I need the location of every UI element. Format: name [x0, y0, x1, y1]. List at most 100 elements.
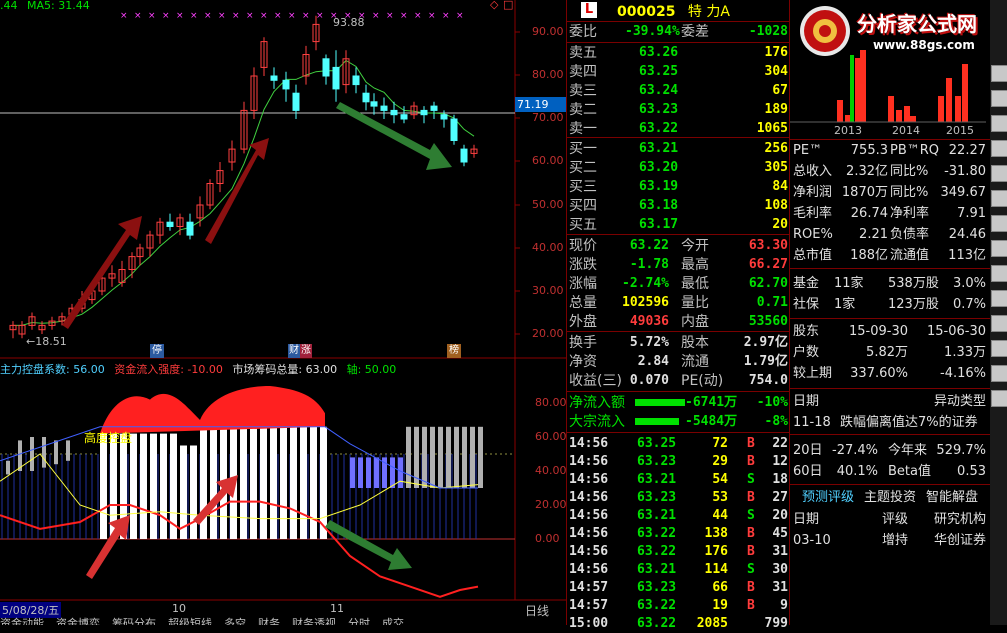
candle[interactable]: [450, 114, 458, 145]
holder-row: 户数 5.82万 1.33万: [790, 343, 1007, 363]
candle[interactable]: [370, 93, 378, 115]
tick-count: 9: [780, 598, 788, 613]
stats-value: 102596: [622, 295, 669, 310]
settings-icon[interactable]: □: [503, 0, 513, 11]
candle[interactable]: [380, 97, 388, 120]
candle[interactable]: [206, 179, 214, 210]
zoom-icon[interactable]: [991, 365, 1007, 382]
info-tab-0[interactable]: 预测评级: [802, 488, 854, 508]
candle[interactable]: [18, 321, 26, 339]
fin-row: PE™ 755.3 PB™RQ 22.27: [790, 141, 1007, 161]
candle[interactable]: [282, 71, 290, 102]
candle[interactable]: [118, 260, 126, 287]
info-tab-2[interactable]: 智能解盘: [926, 488, 978, 508]
candle[interactable]: [270, 67, 278, 89]
ind-white-bar: [140, 433, 147, 539]
candle[interactable]: [420, 106, 428, 124]
fin-label: PB™RQ: [890, 143, 940, 158]
ind-right-bar: [366, 457, 371, 488]
candle[interactable]: [352, 67, 360, 94]
box-icon[interactable]: [991, 390, 1007, 407]
candle[interactable]: [322, 54, 330, 85]
rsi-icon[interactable]: [991, 115, 1007, 132]
candle[interactable]: [430, 101, 438, 119]
stats-value: 66.27: [748, 257, 788, 272]
stats2-label: 股本: [681, 335, 709, 351]
asks-volume: 189: [764, 102, 788, 117]
anomaly-date: 11-18: [793, 415, 831, 430]
fiz-icon[interactable]: [991, 215, 1007, 232]
candle[interactable]: [470, 144, 478, 158]
tick-count: 18: [772, 472, 788, 487]
anomaly-header: 日期 异动类型: [790, 392, 1007, 412]
flow-pct: -10%: [756, 395, 788, 410]
candle[interactable]: [362, 84, 370, 111]
candle[interactable]: [250, 67, 258, 119]
candle[interactable]: [228, 140, 236, 171]
bottom-tabs: 资金动能 资金博弈 筹码分布 超级短线 多空 财务 财务透视 分时 成交: [0, 617, 515, 625]
stats-label: 今开: [681, 238, 709, 254]
flow-bar: [635, 418, 679, 425]
candle[interactable]: [146, 230, 154, 257]
candle[interactable]: [292, 84, 300, 119]
indicator-icon[interactable]: [991, 190, 1007, 207]
candle[interactable]: [186, 213, 194, 240]
candle[interactable]: [240, 101, 248, 154]
bar-icon[interactable]: [991, 140, 1007, 157]
year-bar: [896, 110, 902, 122]
bids-label: 买三: [569, 179, 597, 195]
signal-marker: ×: [316, 11, 324, 21]
candle[interactable]: [216, 162, 224, 193]
beta-label: Beta值: [888, 464, 931, 479]
indicator-inflow-strength: 资金流入强度: -10.00: [114, 363, 223, 376]
chart-area[interactable]: × × × × × × × × × × × × × × × × × × × × × × × × × .44 MA5: 31.44…: [0, 0, 567, 625]
grid-icon[interactable]: [991, 290, 1007, 307]
list-icon[interactable]: [991, 315, 1007, 332]
candle[interactable]: [136, 243, 144, 266]
signal-marker: ×: [134, 11, 142, 21]
candle[interactable]: [302, 45, 310, 85]
diamond-icon[interactable]: ◇: [490, 0, 498, 11]
candle[interactable]: [108, 265, 116, 287]
pen-icon[interactable]: [991, 165, 1007, 182]
draw-icon[interactable]: [991, 90, 1007, 107]
period-label[interactable]: 日线: [525, 602, 549, 619]
candle[interactable]: [128, 252, 136, 279]
candle[interactable]: [410, 101, 418, 119]
candle[interactable]: [260, 37, 268, 76]
candle[interactable]: [342, 50, 350, 94]
candle[interactable]: [460, 144, 468, 167]
hz-icon[interactable]: [991, 240, 1007, 257]
fin-value: 22.27: [948, 143, 986, 158]
candle[interactable]: [196, 196, 204, 227]
level2-logo[interactable]: L: [581, 2, 597, 18]
candle[interactable]: [332, 50, 340, 102]
kline-chart[interactable]: × × × × × × × × × × × × × × × × × × × × × × × × ×: [0, 0, 566, 625]
tick-price: 63.22: [637, 526, 677, 541]
current-price-tag: 71.19: [515, 97, 566, 112]
event-label-halt[interactable]: 停: [150, 344, 164, 358]
signal-marker: ×: [260, 11, 268, 21]
info-tab-1[interactable]: 主题投资: [864, 488, 916, 508]
candle[interactable]: [166, 213, 174, 231]
ind-white-bar: [160, 433, 167, 539]
stats-label: 涨幅: [569, 276, 597, 292]
candle[interactable]: [156, 217, 164, 244]
fin-label: 同比%: [890, 185, 929, 200]
fin-value: 755.3: [850, 143, 888, 158]
arrow-icon[interactable]: [991, 340, 1007, 357]
fin-value: 26.74: [850, 206, 888, 221]
fund-count: 11家: [834, 276, 864, 291]
chart-tool-icon[interactable]: [991, 65, 1007, 82]
cell-icon[interactable]: [991, 265, 1007, 282]
stats-label: 现价: [569, 238, 597, 254]
candle[interactable]: [28, 312, 36, 330]
candle[interactable]: [9, 321, 17, 339]
event-label-finance[interactable]: 财: [288, 344, 300, 358]
signal-marker: ×: [386, 11, 394, 21]
ind-white-bar: [210, 426, 217, 539]
bar-year-2014: 2014: [892, 124, 920, 137]
event-label-rank[interactable]: 榜: [447, 344, 461, 358]
event-label-rise[interactable]: 涨: [300, 344, 312, 358]
bids-label: 买一: [569, 141, 597, 157]
